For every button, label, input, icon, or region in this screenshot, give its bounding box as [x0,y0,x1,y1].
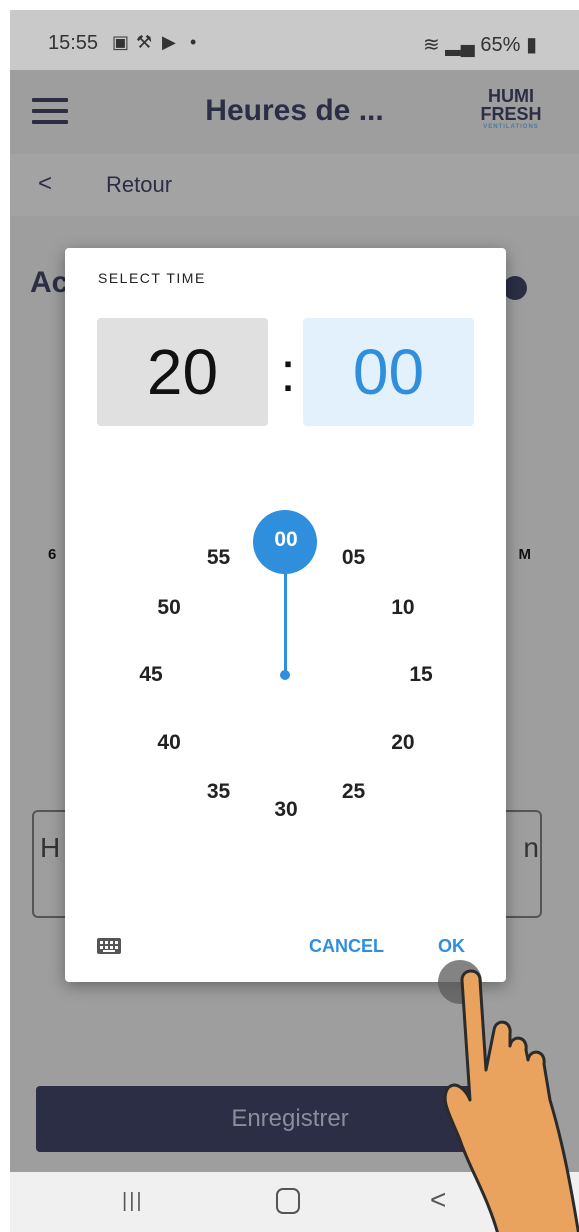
gallery-icon: ▣ [112,32,130,52]
back-row[interactable]: < Retour [10,154,579,216]
time-separator: : [280,340,296,403]
time-input-label-right: n [523,832,539,863]
keyboard-icon[interactable] [97,938,121,954]
hand-pointer-icon [443,969,579,1232]
app-bar: Heures de ... HUMI FRESH VENTILATIONS [10,70,579,154]
clock-minute-05[interactable]: 05 [334,546,374,570]
status-right: ≋ ▂▄ 65% ▮ [423,32,537,57]
humifresh-logo: HUMI FRESH VENTILATIONS [469,87,553,137]
day-label: 6 [48,546,57,563]
status-time: 15:55 [48,32,99,54]
wrench-icon: ⚒ [136,32,153,52]
logo-sub: VENTILATIONS [483,124,539,130]
clock-minute-40[interactable]: 40 [149,731,189,755]
battery-level: 65% [480,34,521,56]
clock-minute-25[interactable]: 25 [334,780,374,804]
minute-field[interactable]: 00 [303,318,474,426]
clock-minute-35[interactable]: 35 [199,780,239,804]
hour-field[interactable]: 20 [97,318,268,426]
clock-center-dot [280,670,290,680]
battery-icon: ▮ [525,34,537,56]
chevron-left-icon[interactable]: < [38,170,52,198]
clock-minute-45[interactable]: 45 [131,663,171,687]
active-toggle[interactable] [503,276,527,300]
signal-icon: ▂▄ [445,34,475,56]
clock-minute-15[interactable]: 15 [401,663,441,687]
clock-hand [284,544,287,675]
logo-top: HUMI [488,86,534,106]
clock-minute-50[interactable]: 50 [149,596,189,620]
clock-minute-55[interactable]: 55 [199,546,239,570]
clock-minute-20[interactable]: 20 [383,731,423,755]
dialog-title: SELECT TIME [98,270,206,286]
clock-minute-30[interactable]: 30 [266,798,306,822]
back-link[interactable]: Retour [106,172,172,198]
cancel-button[interactable]: CANCEL [309,936,384,957]
clock-minute-00[interactable]: 00 [266,528,306,552]
home-button[interactable] [276,1188,300,1214]
app-screen: 15:55 ▣ ⚒ ▶ • ≋ ▂▄ 65% ▮ Heures de ... H… [10,10,579,1232]
time-input-label-left: H [40,832,61,863]
section-heading: Ac [30,266,69,299]
recent-apps-button[interactable]: ||| [122,1190,144,1213]
wifi-icon: ≋ [422,34,440,56]
status-bar: 15:55 ▣ ⚒ ▶ • ≋ ▂▄ 65% ▮ [10,10,579,70]
time-picker-dialog: SELECT TIME 20 : 00 00 05 10 15 20 25 30 35 40 45… [65,248,506,982]
clock-minute-10[interactable]: 10 [383,596,423,620]
day-label-right: M [518,546,532,563]
logo-bottom: FRESH [480,104,542,124]
dot-icon: • [190,32,197,52]
youtube-icon: ▶ [162,32,176,52]
